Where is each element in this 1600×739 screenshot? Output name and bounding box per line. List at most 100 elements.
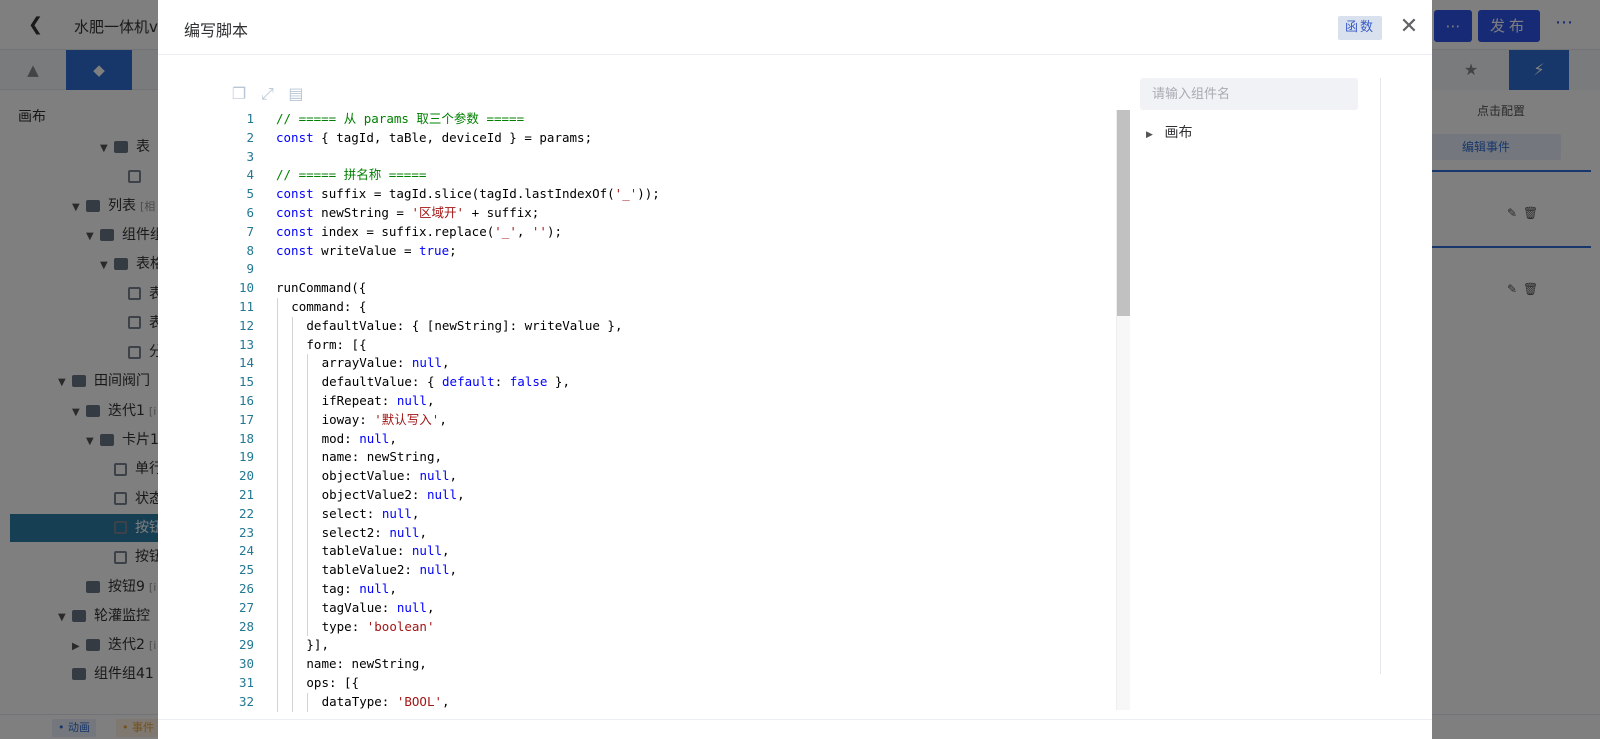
- line-number: 4: [246, 167, 254, 183]
- code-line[interactable]: 23 select2: null,: [212, 523, 1152, 543]
- line-number: 9: [246, 261, 254, 277]
- code-line[interactable]: 30 name: newString,: [212, 655, 1152, 674]
- code-text: tableValue2: null,: [322, 561, 457, 580]
- indent-guide: [292, 354, 294, 374]
- fullscreen-icon[interactable]: ⤢: [258, 84, 276, 104]
- indent-guide: [292, 504, 294, 524]
- code-line[interactable]: 2 const { tagId, taBle, deviceId } = para…: [212, 129, 1152, 148]
- code-token: },: [547, 374, 570, 390]
- indent-guide: [277, 692, 278, 712]
- code-line[interactable]: 25 tableValue2: null,: [212, 561, 1152, 580]
- code-token: const: [276, 242, 314, 258]
- code-token: tableValue:: [321, 543, 412, 559]
- indent-guide: [277, 504, 278, 524]
- code-text: // ===== 从 params 取三个参数 =====: [276, 110, 524, 129]
- indent-guide: [277, 297, 278, 317]
- indent-guide: [277, 335, 278, 355]
- code-line[interactable]: 18 mod: null,: [212, 429, 1152, 449]
- code-token: :: [494, 374, 510, 390]
- code-text: ifRepeat: null,: [322, 392, 435, 411]
- code-token: type:: [321, 618, 367, 634]
- code-line[interactable]: 19 name: newString,: [212, 448, 1152, 468]
- code-line[interactable]: 32 dataType: 'BOOL',: [212, 692, 1152, 712]
- code-line[interactable]: 9: [212, 260, 1152, 279]
- code-line[interactable]: 16 ifRepeat: null,: [212, 391, 1152, 411]
- indent-guide: [292, 373, 294, 392]
- code-text: name: newString,: [322, 448, 442, 467]
- code-text: }],: [306, 636, 329, 655]
- indent-guide: [292, 561, 294, 580]
- code-text: tag: null,: [322, 580, 397, 599]
- indent-guide: [277, 410, 278, 430]
- editor-scrollbar-thumb[interactable]: [1117, 110, 1130, 316]
- indent-guide: [292, 391, 294, 411]
- format-icon[interactable]: ▤: [287, 84, 305, 104]
- indent-guide: [277, 655, 278, 674]
- code-token: 'BOOL': [396, 693, 443, 709]
- code-editor[interactable]: ❐ ⤢ ▤ 1 // ===== 从 params 取三个参数 ===== 2 con…: [212, 78, 1162, 712]
- code-token: '_': [614, 186, 638, 202]
- code-line[interactable]: 6 const newString = '区域开' + suffix;: [212, 204, 1152, 223]
- code-line[interactable]: 24 tableValue: null,: [212, 542, 1152, 562]
- code-token: ,: [411, 505, 420, 521]
- code-token: mod:: [321, 430, 360, 446]
- code-line[interactable]: 15 defaultValue: { default: false },: [212, 373, 1152, 392]
- code-token: defaultValue: {: [321, 374, 443, 390]
- code-line[interactable]: 10 runCommand({: [212, 279, 1152, 298]
- code-token: ,: [457, 486, 465, 502]
- code-line[interactable]: 14 arrayValue: null,: [212, 354, 1152, 374]
- code-line[interactable]: 3: [212, 148, 1152, 167]
- code-token: objectValue:: [321, 468, 420, 484]
- line-number: 13: [238, 336, 254, 352]
- code-token: select:: [321, 505, 382, 521]
- code-line[interactable]: 27 tagValue: null,: [212, 598, 1152, 618]
- code-line[interactable]: 11 command: {: [212, 297, 1152, 317]
- code-token: ,: [389, 580, 397, 596]
- function-tag-button[interactable]: 函数: [1338, 16, 1383, 40]
- code-line[interactable]: 17 ioway: '默认写入',: [212, 410, 1152, 430]
- indent-guide: [307, 504, 309, 524]
- line-number: 6: [246, 204, 254, 220]
- code-line[interactable]: 1 // ===== 从 params 取三个参数 =====: [212, 110, 1152, 129]
- code-line[interactable]: 13 form: [{: [212, 335, 1152, 355]
- code-line[interactable]: 31 ops: [{: [212, 673, 1152, 693]
- code-line[interactable]: 29}],: [212, 636, 1152, 656]
- indent-guide: [277, 523, 278, 543]
- code-line[interactable]: 26 tag: null,: [212, 579, 1152, 599]
- code-text: objectValue: null,: [322, 467, 457, 486]
- code-token: dataType:: [321, 693, 397, 709]
- component-tree-root[interactable]: ▶ 画布: [1146, 122, 1192, 142]
- script-editor-dialog: 编写脚本 函数 ✕ ❐ ⤢ ▤ 1 // ===== 从 params 取三个参数…: [158, 0, 1432, 739]
- code-content[interactable]: 1 // ===== 从 params 取三个参数 ===== 2 const { t…: [212, 110, 1152, 712]
- line-number: 16: [238, 392, 254, 408]
- line-number: 10: [238, 280, 254, 296]
- indent-guide: [292, 692, 294, 712]
- code-token: null: [419, 562, 450, 578]
- code-line[interactable]: 21 objectValue2: null,: [212, 485, 1152, 505]
- code-line[interactable]: 8 const writeValue = true;: [212, 242, 1152, 261]
- code-text: tableValue: null,: [322, 542, 450, 561]
- code-line[interactable]: 20 objectValue: null,: [212, 467, 1152, 486]
- caret-right-icon[interactable]: ▶: [1146, 130, 1160, 140]
- code-token: const: [276, 204, 314, 220]
- code-text: tagValue: null,: [322, 599, 435, 618]
- indent-guide: [277, 467, 278, 486]
- code-text: mod: null,: [322, 430, 397, 449]
- indent-guide: [292, 523, 294, 543]
- line-number: 20: [238, 468, 254, 484]
- code-token: ,: [516, 223, 532, 239]
- copy-icon[interactable]: ❐: [230, 84, 248, 104]
- indent-guide: [292, 617, 294, 637]
- code-line[interactable]: 7 const index = suffix.replace('_', '');: [212, 223, 1152, 242]
- line-number: 26: [238, 580, 254, 596]
- code-token: select2:: [321, 524, 390, 540]
- code-line[interactable]: 22 select: null,: [212, 504, 1152, 524]
- close-icon[interactable]: ✕: [1396, 14, 1422, 40]
- code-line[interactable]: 4 // ===== 拼名称 =====: [212, 166, 1152, 185]
- code-line[interactable]: 12 defaultValue: { [newString]: writeValu…: [212, 316, 1152, 336]
- code-text: command: {: [291, 298, 366, 317]
- code-token: ;: [449, 242, 457, 258]
- code-line[interactable]: 5 const suffix = tagId.slice(tagId.lastIn…: [212, 185, 1152, 204]
- code-line[interactable]: 28 type: 'boolean': [212, 617, 1152, 637]
- component-search-input[interactable]: [1140, 78, 1358, 110]
